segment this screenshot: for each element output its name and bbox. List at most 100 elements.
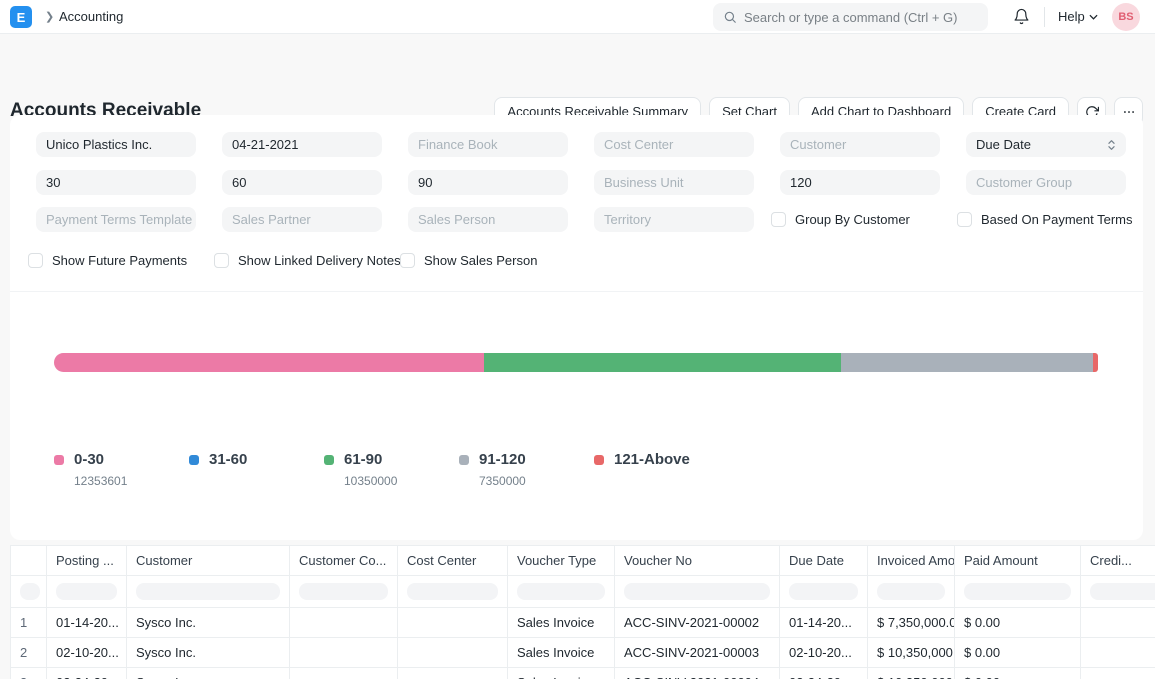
legend-item-121-above[interactable]: 121-Above	[594, 451, 729, 488]
cell-credit[interactable]	[1081, 638, 1155, 668]
cell-posting-date[interactable]: 02-10-20...	[47, 638, 127, 668]
legend-value	[614, 474, 729, 488]
column-filter-input[interactable]	[517, 583, 605, 600]
payment-terms-template-filter[interactable]: Payment Terms Template	[36, 207, 196, 232]
column-filter-input[interactable]	[20, 583, 40, 600]
user-avatar[interactable]: BS	[1112, 3, 1140, 31]
column-filter-input[interactable]	[1090, 583, 1155, 600]
legend-swatch	[594, 455, 604, 465]
cell-cost-center[interactable]	[398, 668, 508, 679]
col-header-posting-date[interactable]: Posting ...	[47, 546, 127, 576]
cost-center-filter[interactable]: Cost Center	[594, 132, 754, 157]
legend-item-61-90[interactable]: 61-90 10350000	[324, 451, 459, 488]
column-filter-input[interactable]	[624, 583, 770, 600]
based-on-payment-terms-checkbox[interactable]: Based On Payment Terms	[957, 212, 1133, 227]
ageing-based-on-value: Due Date	[976, 137, 1031, 152]
cell-credit[interactable]	[1081, 668, 1155, 679]
sales-partner-filter[interactable]: Sales Partner	[222, 207, 382, 232]
col-header-credit[interactable]: Credi...	[1081, 546, 1155, 576]
bar-segment-91-120	[841, 353, 1093, 372]
show-future-payments-checkbox[interactable]: Show Future Payments	[28, 253, 187, 268]
legend-item-0-30[interactable]: 0-30 12353601	[54, 451, 189, 488]
cell-customer[interactable]: Sysco Inc.	[127, 668, 290, 679]
cell-due-date[interactable]: 01-14-20...	[780, 608, 868, 638]
search-placeholder: Search or type a command (Ctrl + G)	[744, 10, 958, 25]
report-card: Unico Plastics Inc. 04-21-2021 Finance B…	[10, 115, 1143, 540]
table-row[interactable]: 1 01-14-20... Sysco Inc. Sales Invoice A…	[11, 608, 1155, 638]
legend-item-91-120[interactable]: 91-120 7350000	[459, 451, 594, 488]
cell-customer-contact[interactable]	[290, 608, 398, 638]
customer-group-filter[interactable]: Customer Group	[966, 170, 1126, 195]
cell-voucher-no[interactable]: ACC-SINV-2021-00004	[615, 668, 780, 679]
cell-voucher-type[interactable]: Sales Invoice	[508, 668, 615, 679]
cell-invoiced-amount[interactable]: $ 10,350,000.00	[868, 638, 955, 668]
notifications-bell-icon[interactable]	[1013, 8, 1030, 25]
sales-person-filter[interactable]: Sales Person	[408, 207, 568, 232]
cell-posting-date[interactable]: 01-14-20...	[47, 608, 127, 638]
cell-paid-amount[interactable]: $ 0.00	[955, 608, 1081, 638]
column-filter-input[interactable]	[964, 583, 1071, 600]
bar-segment-121-Above	[1093, 353, 1098, 372]
cell-invoiced-amount[interactable]: $ 7,350,000.00	[868, 608, 955, 638]
legend-swatch	[324, 455, 334, 465]
cell-customer-contact[interactable]	[290, 638, 398, 668]
range3-filter[interactable]: 90	[408, 170, 568, 195]
cell-voucher-type[interactable]: Sales Invoice	[508, 638, 615, 668]
legend-item-31-60[interactable]: 31-60	[189, 451, 324, 488]
range2-filter[interactable]: 60	[222, 170, 382, 195]
cell-cost-center[interactable]	[398, 608, 508, 638]
global-search-input[interactable]: Search or type a command (Ctrl + G)	[713, 3, 988, 31]
column-filter-input[interactable]	[299, 583, 388, 600]
cell-voucher-no[interactable]: ACC-SINV-2021-00002	[615, 608, 780, 638]
column-filter-input[interactable]	[136, 583, 280, 600]
cell-customer[interactable]: Sysco Inc.	[127, 608, 290, 638]
cell-customer-contact[interactable]	[290, 668, 398, 679]
col-header-customer-contact[interactable]: Customer Co...	[290, 546, 398, 576]
group-by-customer-checkbox[interactable]: Group By Customer	[771, 212, 910, 227]
breadcrumb[interactable]: Accounting	[59, 9, 123, 24]
legend-swatch	[54, 455, 64, 465]
help-menu[interactable]: Help	[1058, 9, 1098, 24]
finance-book-filter[interactable]: Finance Book	[408, 132, 568, 157]
cell-cost-center[interactable]	[398, 638, 508, 668]
report-table: Posting ... Customer Customer Co... Cost…	[10, 545, 1155, 679]
col-header-invoiced-amount[interactable]: Invoiced Amo...	[868, 546, 955, 576]
table-row[interactable]: 3 02-24-20... Sysco Inc. Sales Invoice A…	[11, 668, 1155, 679]
company-filter[interactable]: Unico Plastics Inc.	[36, 132, 196, 157]
column-filter-input[interactable]	[877, 583, 945, 600]
col-header-paid-amount[interactable]: Paid Amount	[955, 546, 1081, 576]
legend-value	[209, 474, 324, 488]
col-header-cost-center[interactable]: Cost Center	[398, 546, 508, 576]
checkbox-box	[957, 212, 972, 227]
cell-invoiced-amount[interactable]: $ 10,350,000.00	[868, 668, 955, 679]
column-filter-input[interactable]	[789, 583, 858, 600]
col-header-due-date[interactable]: Due Date	[780, 546, 868, 576]
business-unit-filter[interactable]: Business Unit	[594, 170, 754, 195]
cell-due-date[interactable]: 02-24-20...	[780, 668, 868, 679]
range4-filter[interactable]: 120	[780, 170, 940, 195]
column-filter-input[interactable]	[407, 583, 498, 600]
table-row[interactable]: 2 02-10-20... Sysco Inc. Sales Invoice A…	[11, 638, 1155, 668]
cell-paid-amount[interactable]: $ 0.00	[955, 668, 1081, 679]
cell-voucher-type[interactable]: Sales Invoice	[508, 608, 615, 638]
navbar: E ❯ Accounting Search or type a command …	[0, 0, 1155, 34]
show-linked-delivery-notes-checkbox[interactable]: Show Linked Delivery Notes	[214, 253, 401, 268]
customer-filter[interactable]: Customer	[780, 132, 940, 157]
col-header-customer[interactable]: Customer	[127, 546, 290, 576]
cell-due-date[interactable]: 02-10-20...	[780, 638, 868, 668]
show-sales-person-checkbox[interactable]: Show Sales Person	[400, 253, 537, 268]
legend-label: 61-90	[344, 451, 382, 468]
territory-filter[interactable]: Territory	[594, 207, 754, 232]
report-date-filter[interactable]: 04-21-2021	[222, 132, 382, 157]
col-header-voucher-type[interactable]: Voucher Type	[508, 546, 615, 576]
cell-customer[interactable]: Sysco Inc.	[127, 638, 290, 668]
range1-filter[interactable]: 30	[36, 170, 196, 195]
cell-posting-date[interactable]: 02-24-20...	[47, 668, 127, 679]
cell-credit[interactable]	[1081, 608, 1155, 638]
col-header-voucher-no[interactable]: Voucher No	[615, 546, 780, 576]
cell-paid-amount[interactable]: $ 0.00	[955, 638, 1081, 668]
column-filter-input[interactable]	[56, 583, 117, 600]
cell-voucher-no[interactable]: ACC-SINV-2021-00003	[615, 638, 780, 668]
app-logo[interactable]: E	[10, 6, 32, 28]
ageing-based-on-select[interactable]: Due Date	[966, 132, 1126, 157]
